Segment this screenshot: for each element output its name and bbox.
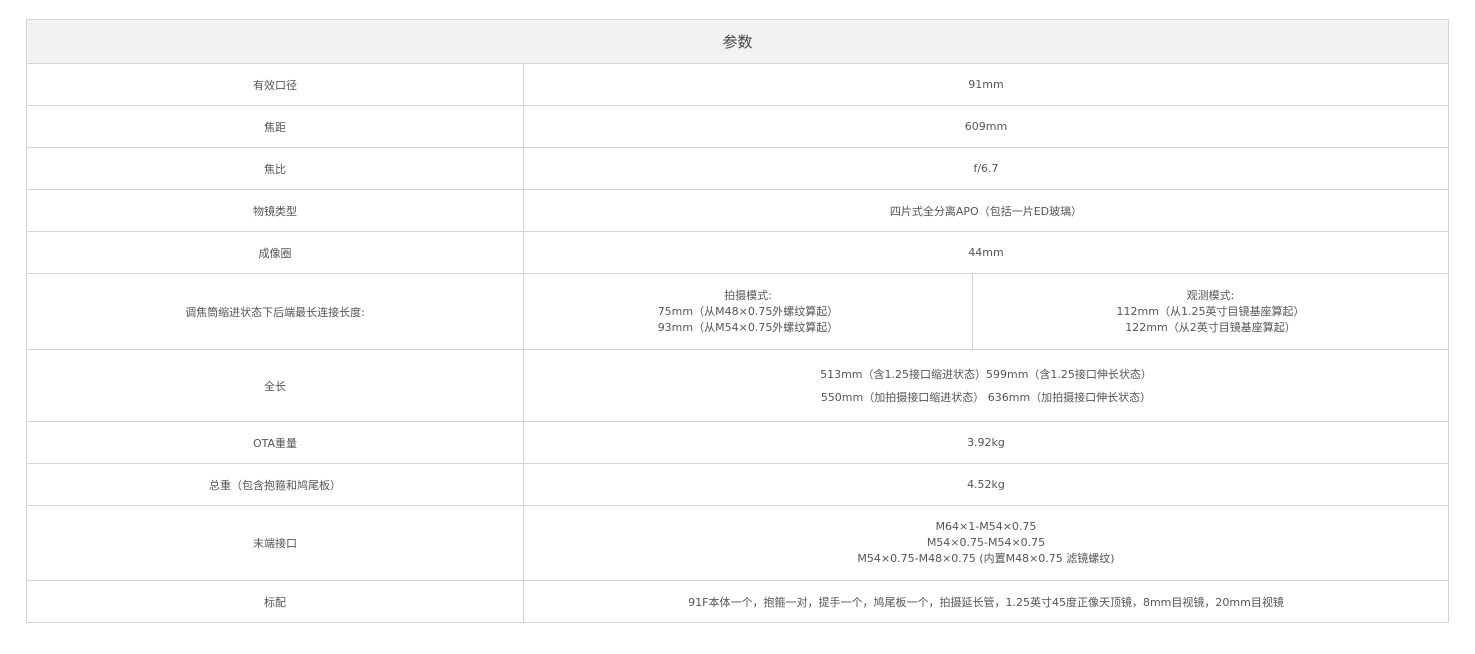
table-row-aperture: 有效口径 91mm (26, 63, 1449, 106)
rear-interface-line: M54×0.75-M54×0.75 (926, 536, 1046, 549)
table-row-rear-interface: 末端接口 M64×1-M54×0.75 M54×0.75-M54×0.75 M5… (26, 505, 1449, 581)
total-length-line: 513mm（含1.25接口缩进状态）599mm（含1.25接口伸长状态） (820, 367, 1152, 381)
table-row-total-length: 全长 513mm（含1.25接口缩进状态）599mm（含1.25接口伸长状态） … (26, 349, 1449, 422)
row-value: M64×1-M54×0.75 M54×0.75-M54×0.75 M54×0.7… (523, 505, 1449, 581)
row-value: f/6.7 (523, 147, 1449, 190)
visual-mode-line: 122mm（从2英寸目镜基座算起） (1125, 320, 1296, 334)
row-value-split: 拍摄模式: 75mm（从M48×0.75外螺纹算起） 93mm（从M54×0.7… (523, 273, 1449, 350)
row-value: 91mm (523, 63, 1449, 106)
row-value: 609mm (523, 105, 1449, 148)
visual-mode-line: 112mm（从1.25英寸目镜基座算起） (1116, 304, 1305, 318)
row-value: 4.52kg (523, 463, 1449, 506)
row-label: 焦比 (26, 147, 524, 190)
photo-mode-line: 75mm（从M48×0.75外螺纹算起） (657, 304, 839, 318)
table-row-image-circle: 成像圈 44mm (26, 231, 1449, 274)
row-label: 物镜类型 (26, 189, 524, 232)
table-row-standard-config: 标配 91F本体一个，抱箍一对，提手一个，鸠尾板一个，拍摄延长管，1.25英寸4… (26, 580, 1449, 623)
row-value: 44mm (523, 231, 1449, 274)
photo-mode-title: 拍摄模式: (724, 288, 772, 302)
spec-table: 参数 有效口径 91mm 焦距 609mm 焦比 f/6.7 物镜类型 四片式全… (26, 19, 1449, 623)
table-row-total-weight: 总重（包含抱箍和鸠尾板） 4.52kg (26, 463, 1449, 506)
total-length-line: 550mm（加拍摄接口缩进状态） 636mm（加拍摄接口伸长状态） (820, 390, 1152, 404)
table-header: 参数 (26, 19, 1449, 64)
table-row-focal-length: 焦距 609mm (26, 105, 1449, 148)
row-value: 四片式全分离APO（包括一片ED玻璃） (523, 189, 1449, 232)
row-value: 91F本体一个，抱箍一对，提手一个，鸠尾板一个，拍摄延长管，1.25英寸45度正… (523, 580, 1449, 623)
row-label: 调焦筒缩进状态下后端最长连接长度: (26, 273, 524, 350)
visual-mode-cell: 观测模式: 112mm（从1.25英寸目镜基座算起） 122mm（从2英寸目镜基… (973, 274, 1448, 349)
row-label: 成像圈 (26, 231, 524, 274)
row-label: 有效口径 (26, 63, 524, 106)
backfocus-split: 拍摄模式: 75mm（从M48×0.75外螺纹算起） 93mm（从M54×0.7… (524, 274, 1448, 349)
table-row-ota-weight: OTA重量 3.92kg (26, 421, 1449, 464)
row-label: OTA重量 (26, 421, 524, 464)
table-row-focal-ratio: 焦比 f/6.7 (26, 147, 1449, 190)
table-row-backfocus: 调焦筒缩进状态下后端最长连接长度: 拍摄模式: 75mm（从M48×0.75外螺… (26, 273, 1449, 350)
visual-mode-title: 观测模式: (1186, 288, 1235, 302)
row-label: 全长 (26, 349, 524, 422)
table-row-objective-type: 物镜类型 四片式全分离APO（包括一片ED玻璃） (26, 189, 1449, 232)
photo-mode-cell: 拍摄模式: 75mm（从M48×0.75外螺纹算起） 93mm（从M54×0.7… (524, 274, 973, 349)
row-value: 3.92kg (523, 421, 1449, 464)
photo-mode-line: 93mm（从M54×0.75外螺纹算起） (657, 320, 839, 334)
row-label: 末端接口 (26, 505, 524, 581)
row-value: 513mm（含1.25接口缩进状态）599mm（含1.25接口伸长状态） 550… (523, 349, 1449, 422)
row-label: 总重（包含抱箍和鸠尾板） (26, 463, 524, 506)
row-label: 标配 (26, 580, 524, 623)
rear-interface-line: M54×0.75-M48×0.75 (内置M48×0.75 滤镜螺纹) (857, 552, 1115, 565)
row-label: 焦距 (26, 105, 524, 148)
table-header-row: 参数 (26, 19, 1449, 64)
rear-interface-line: M64×1-M54×0.75 (935, 520, 1037, 533)
